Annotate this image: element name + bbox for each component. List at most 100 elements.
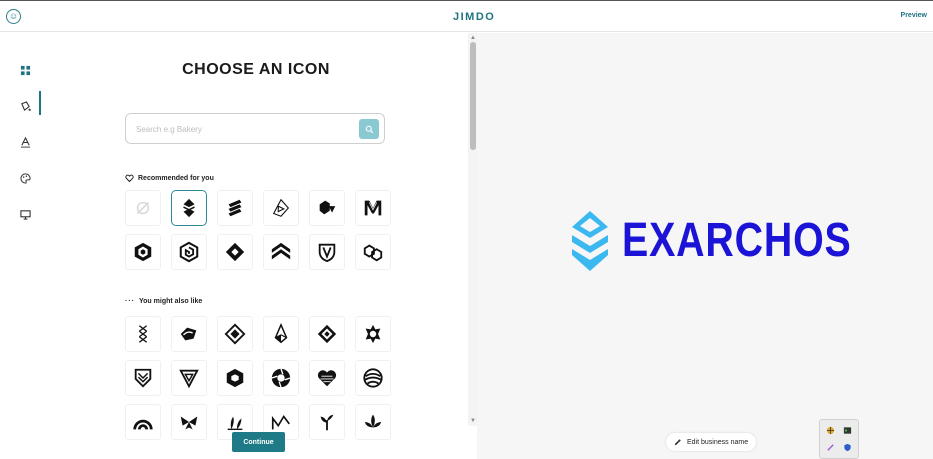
icon-tile[interactable] (263, 190, 299, 226)
icon-tile[interactable] (125, 234, 161, 270)
icon-tile[interactable] (355, 234, 391, 270)
business-name: EXARCHOS (622, 214, 852, 267)
icon-tile[interactable] (263, 316, 299, 352)
sidebar-item-fill[interactable] (15, 96, 35, 116)
chevron-stack-icon (183, 198, 195, 218)
hexagon-arrow-icon (319, 200, 336, 215)
user-icon[interactable]: ☺ (6, 9, 21, 24)
icon-tile[interactable] (309, 190, 345, 226)
grid-icon (20, 65, 30, 75)
terminal-icon[interactable] (841, 424, 854, 437)
sidebar-item-preview[interactable] (15, 204, 35, 224)
icon-tile[interactable] (125, 316, 161, 352)
butterfly-icon (180, 416, 198, 430)
globe-icon[interactable] (824, 424, 837, 437)
lotus-icon (364, 414, 382, 428)
chevrons-up-icon (271, 242, 291, 260)
icon-tile[interactable] (217, 190, 253, 226)
icon-tile[interactable] (171, 404, 207, 440)
pencil-icon (674, 439, 681, 446)
hexagon-cube-icon (134, 242, 152, 262)
aperture-icon (271, 368, 291, 388)
icon-tile[interactable] (355, 316, 391, 352)
search-icon (365, 125, 373, 133)
icon-tile[interactable] (171, 360, 207, 396)
nested-diamond-icon (224, 323, 246, 345)
brand-chevron-stack-icon (572, 211, 608, 271)
m-wave-icon (271, 415, 290, 430)
also-like-heading: ··· You might also like (125, 298, 202, 305)
icon-tile[interactable] (217, 316, 253, 352)
search-box (125, 113, 385, 144)
icon-tile[interactable] (309, 316, 345, 352)
edit-business-name-button[interactable]: Edit business name (666, 433, 757, 451)
logo-preview: EXARCHOS Edit business name (477, 33, 933, 459)
rainbow-icon (133, 419, 153, 430)
triangle-v-icon (179, 369, 199, 389)
hexagon-icon (226, 368, 244, 388)
heart-lines-icon (317, 370, 337, 387)
x-chain-icon (138, 325, 148, 343)
icon-tile[interactable] (171, 234, 207, 270)
stripes-icon (228, 199, 242, 217)
diamond-frame-icon (317, 324, 337, 344)
scroll-down-arrow[interactable]: ▼ (469, 418, 477, 424)
active-indicator (39, 91, 41, 115)
paint-bucket-icon (20, 100, 31, 111)
left-sidebar (0, 33, 42, 459)
sidebar-item-colors[interactable] (15, 168, 35, 188)
preview-button[interactable]: Preview (899, 11, 929, 20)
scroll-up-arrow[interactable]: ▲ (469, 35, 477, 41)
monitor-icon (19, 209, 31, 220)
brand-lockup: EXARCHOS (570, 211, 902, 271)
icon-tile[interactable] (171, 316, 207, 352)
sprout-icon (320, 414, 334, 431)
icon-tile[interactable] (217, 360, 253, 396)
linked-hex-icon (363, 244, 383, 262)
icon-picker-panel: CHOOSE AN ICON Recommended for you (44, 33, 468, 459)
recommended-heading: Recommended for you (125, 174, 214, 183)
heart-badge-icon (125, 174, 134, 183)
wave-cube-icon (180, 327, 197, 341)
icon-tile[interactable] (309, 360, 345, 396)
brush-icon[interactable] (824, 441, 837, 454)
icon-tile[interactable] (217, 234, 253, 270)
more-dots-icon: ··· (125, 298, 135, 305)
icon-tile[interactable] (355, 404, 391, 440)
icon-tile-none[interactable] (125, 190, 161, 226)
icon-tile[interactable] (125, 404, 161, 440)
search-button[interactable] (359, 119, 379, 139)
recommended-grid (125, 190, 391, 270)
search-input[interactable] (136, 122, 336, 136)
continue-button[interactable]: Continue (232, 432, 285, 452)
spiral-hex-icon (179, 241, 199, 263)
typography-icon (20, 136, 30, 148)
diamond-icon (225, 242, 245, 262)
icon-tile[interactable] (355, 190, 391, 226)
icon-tile[interactable] (263, 360, 299, 396)
shield-chevron-icon (134, 368, 152, 388)
star-hex-icon (365, 324, 381, 344)
also-like-grid (125, 316, 391, 440)
mini-toolbar (819, 419, 859, 459)
top-bar: ☺ JIMDO Preview (0, 0, 933, 32)
crystal-icon (274, 323, 288, 344)
icon-tile[interactable] (309, 234, 345, 270)
sidebar-item-icons[interactable] (15, 60, 35, 80)
scrollbar-thumb[interactable] (470, 42, 476, 150)
recommended-label: Recommended for you (138, 175, 214, 182)
icon-tile[interactable] (263, 234, 299, 270)
icon-tile-selected[interactable] (171, 190, 207, 226)
jimdo-logo[interactable]: JIMDO (453, 11, 495, 23)
icon-tile[interactable] (309, 404, 345, 440)
also-like-label: You might also like (139, 298, 203, 305)
page-title: CHOOSE AN ICON (182, 61, 330, 78)
globe-stripes-icon (363, 368, 383, 388)
edit-business-name-label: Edit business name (687, 438, 749, 446)
icon-tile[interactable] (355, 360, 391, 396)
icon-tile[interactable] (125, 360, 161, 396)
shield-icon[interactable] (841, 441, 854, 454)
m-monogram-icon (364, 200, 382, 216)
sidebar-item-fonts[interactable] (15, 132, 35, 152)
play-cube-icon (272, 198, 290, 217)
